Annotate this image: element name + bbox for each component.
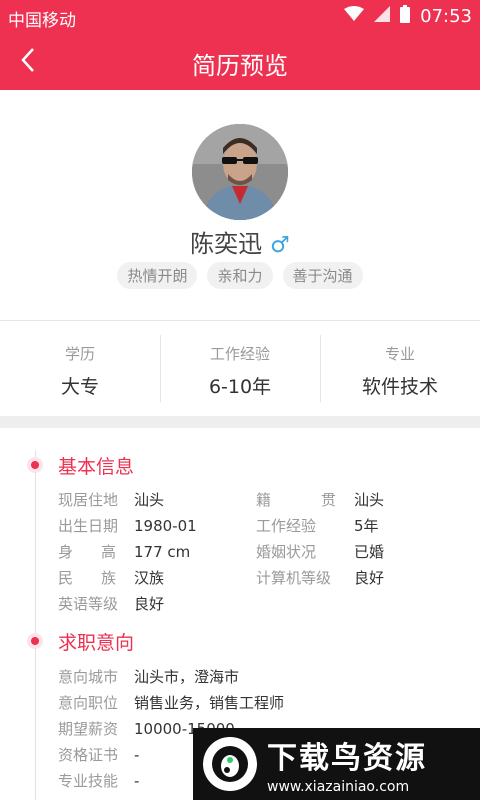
summary-stats: 学历 大专 工作经验 6-10年 专业 软件技术 [0,321,480,416]
carrier-label: 中国移动 [8,11,76,31]
stat-education: 学历 大专 [0,321,160,416]
section-title-basic: 基本信息 [58,456,135,478]
field-target-city: 意向城市 汕头市，澄海市 [58,668,240,686]
watermark-title: 下载鸟资源 [267,741,427,776]
field-marital-status: 婚姻状况 已婚 [256,543,385,561]
watermark-url: www.xiazainiao.com [267,779,410,795]
field-native-place: 籍 贯汕头 [256,491,385,509]
field-computer-level: 计算机等级 良好 [256,569,385,587]
bird-logo-icon [203,737,257,791]
wifi-icon [344,6,365,27]
signal-icon [374,6,391,27]
stat-label: 工作经验 [209,345,270,363]
timeline-dot [27,633,43,649]
stat-label: 专业 [384,345,415,363]
tag: 热情开朗 [117,262,198,289]
stat-experience: 工作经验 6-10年 [160,321,320,416]
field-target-position: 意向职位 销售业务，销售工程师 [58,694,285,712]
male-icon: ♂ [270,233,290,258]
stat-label: 学历 [64,345,95,363]
battery-icon [400,5,411,28]
stat-major: 专业 软件技术 [320,321,480,416]
field-birthdate: 出生日期 1980-01 [58,517,197,535]
top-nav-bar: 简历预览 [0,34,480,90]
tag: 善于沟通 [282,262,363,289]
field-work-experience: 工作经验 5年 [256,517,379,535]
stat-value: 软件技术 [361,376,438,398]
clock: 07:53 [420,6,472,27]
field-english-level: 英语等级 良好 [58,595,165,613]
section-separator [0,416,480,428]
stat-value: 大专 [60,376,99,398]
status-bar: 中国移动 07:53 [0,0,480,34]
field-height: 身 高 177 cm [58,543,191,561]
tag-list: 热情开朗 亲和力 善于沟通 [0,262,480,289]
timeline-line [35,450,36,800]
page-title: 简历预览 [192,52,288,80]
profile-card: 陈奕迅 ♂ 热情开朗 亲和力 善于沟通 [0,90,480,320]
field-skills: 专业技能 - [58,772,140,790]
section-title-intent: 求职意向 [58,632,135,654]
avatar [192,124,288,220]
field-residence: 现居住地 汕头 [58,491,165,509]
timeline-dot [27,457,43,473]
field-ethnicity: 民 族汉族 [58,569,165,587]
tag: 亲和力 [207,262,273,289]
name-row: 陈奕迅 ♂ [0,224,480,259]
watermark-banner: 下载鸟资源 www.xiazainiao.com [193,728,480,800]
candidate-name: 陈奕迅 [190,230,263,258]
stat-value: 6-10年 [208,376,272,398]
field-certificates: 资格证书 - [58,746,140,764]
